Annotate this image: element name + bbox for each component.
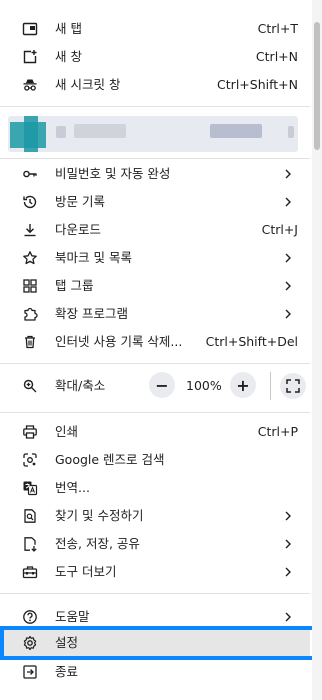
lens-icon — [22, 452, 38, 468]
menu-item-history[interactable]: 방문 기록 — [0, 188, 310, 216]
menu-item-cast-save-share[interactable]: 전송, 저장, 공유 — [0, 530, 310, 558]
menu-label: 비밀번호 및 자동 완성 — [55, 166, 171, 181]
menu-label: 확대/축소 — [55, 378, 106, 393]
chevron-right-icon — [282, 307, 294, 321]
key-icon — [22, 166, 38, 182]
zoom-out-button[interactable]: − — [149, 372, 175, 398]
cast-icon — [22, 536, 38, 552]
star-icon — [22, 250, 38, 266]
menu-label: 새 창 — [55, 49, 82, 64]
trash-icon — [22, 334, 38, 350]
menu-item-find-edit[interactable]: 찾기 및 수정하기 — [0, 502, 310, 530]
new-window-icon — [22, 49, 38, 65]
menu-label: Google 렌즈로 검색 — [55, 452, 165, 467]
zoom-divider — [270, 372, 271, 400]
menu-label: 찾기 및 수정하기 — [55, 508, 144, 523]
shortcut-text: Ctrl+P — [257, 424, 298, 439]
chevron-right-icon — [282, 537, 294, 551]
blurred-edge — [288, 126, 294, 138]
menu-item-clear-data[interactable]: 인터넷 사용 기록 삭제... Ctrl+Shift+Del — [0, 328, 310, 356]
menu-item-downloads[interactable]: 다운로드 Ctrl+J — [0, 216, 310, 244]
menu-label: 방문 기록 — [55, 194, 105, 209]
history-icon — [22, 194, 38, 210]
menu-item-new-window[interactable]: 새 창 Ctrl+N — [0, 43, 310, 71]
print-icon — [22, 424, 38, 440]
menu-item-tab-groups[interactable]: 탭 그룹 — [0, 272, 310, 300]
find-icon — [22, 508, 38, 524]
toolbox-icon — [22, 564, 38, 580]
menu-item-more-tools[interactable]: 도구 더보기 — [0, 558, 310, 586]
chevron-right-icon — [282, 279, 294, 293]
shortcut-text: Ctrl+N — [255, 49, 298, 64]
chrome-main-menu: 새 탭 Ctrl+T 새 창 Ctrl+N 새 시크릿 창 Ctrl+Shift… — [0, 0, 322, 700]
gear-icon — [22, 635, 38, 651]
separator — [0, 363, 310, 364]
menu-item-exit[interactable]: 종료 — [0, 658, 310, 686]
zoom-level: 100% — [186, 378, 222, 393]
zoom-in-button[interactable]: + — [230, 372, 256, 398]
chevron-right-icon — [282, 167, 294, 181]
menu-label: 새 탭 — [55, 21, 82, 36]
menu-item-google-lens[interactable]: Google 렌즈로 검색 — [0, 446, 310, 474]
menu-label: 탭 그룹 — [55, 278, 94, 293]
shortcut-text: Ctrl+T — [257, 21, 298, 36]
help-icon — [22, 609, 38, 625]
chevron-right-icon — [282, 509, 294, 523]
menu-label: 설정 — [55, 635, 79, 650]
menu-label: 전송, 저장, 공유 — [55, 536, 140, 551]
menu-item-help[interactable]: 도움말 — [0, 603, 310, 631]
separator — [0, 593, 310, 594]
separator — [0, 158, 310, 159]
menu-label: 도구 더보기 — [55, 564, 117, 579]
puzzle-icon — [22, 306, 38, 322]
menu-label: 다운로드 — [55, 222, 102, 237]
zoom-icon — [22, 378, 38, 394]
separator — [0, 106, 310, 107]
avatar-accent — [24, 116, 38, 152]
chevron-right-icon — [282, 251, 294, 265]
menu-label: 번역... — [55, 480, 90, 495]
incognito-icon — [22, 77, 38, 93]
menu-label: 종료 — [55, 664, 79, 679]
blurred-name — [74, 124, 126, 138]
menu-label: 도움말 — [55, 609, 90, 624]
menu-item-passwords[interactable]: 비밀번호 및 자동 완성 — [0, 160, 310, 188]
new-tab-icon — [22, 21, 38, 37]
menu-item-incognito[interactable]: 새 시크릿 창 Ctrl+Shift+N — [0, 71, 310, 99]
shortcut-text: Ctrl+Shift+N — [217, 77, 298, 92]
menu-label: 인쇄 — [55, 424, 79, 439]
shortcut-text: Ctrl+Shift+Del — [205, 334, 298, 349]
tab-groups-icon — [22, 278, 38, 294]
separator — [0, 412, 310, 413]
menu-item-extensions[interactable]: 확장 프로그램 — [0, 300, 310, 328]
menu-label: 새 시크릿 창 — [55, 77, 121, 92]
menu-label: 인터넷 사용 기록 삭제... — [55, 334, 183, 349]
menu-item-new-tab[interactable]: 새 탭 Ctrl+T — [0, 15, 310, 43]
blurred-email — [210, 124, 262, 138]
menu-item-print[interactable]: 인쇄 Ctrl+P — [0, 418, 310, 446]
menu-label: 북마크 및 목록 — [55, 250, 132, 265]
menu-item-translate[interactable]: 번역... — [0, 474, 310, 502]
menu-label: 확장 프로그램 — [55, 306, 128, 321]
shortcut-text: Ctrl+J — [261, 222, 298, 237]
chevron-right-icon — [282, 565, 294, 579]
chevron-right-icon — [282, 195, 294, 209]
exit-icon — [22, 664, 38, 680]
translate-icon — [22, 480, 38, 496]
chevron-right-icon — [282, 610, 294, 624]
menu-item-bookmarks[interactable]: 북마크 및 목록 — [0, 244, 310, 272]
fullscreen-button[interactable] — [280, 373, 306, 399]
scrollbar-thumb[interactable] — [314, 22, 320, 150]
blurred-name — [56, 126, 66, 138]
download-icon — [22, 222, 38, 238]
fullscreen-icon — [286, 379, 300, 393]
menu-item-settings[interactable]: 설정 — [0, 629, 310, 657]
